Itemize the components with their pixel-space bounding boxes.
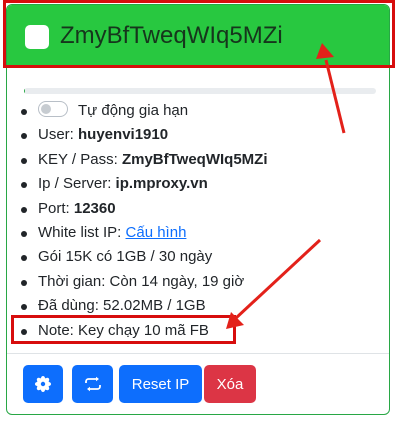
annotation-arrows [226, 43, 346, 329]
arrow-head-to-title [316, 43, 334, 59]
arrow-line-to-title [324, 59, 346, 134]
arrow-line-to-note [234, 238, 322, 320]
